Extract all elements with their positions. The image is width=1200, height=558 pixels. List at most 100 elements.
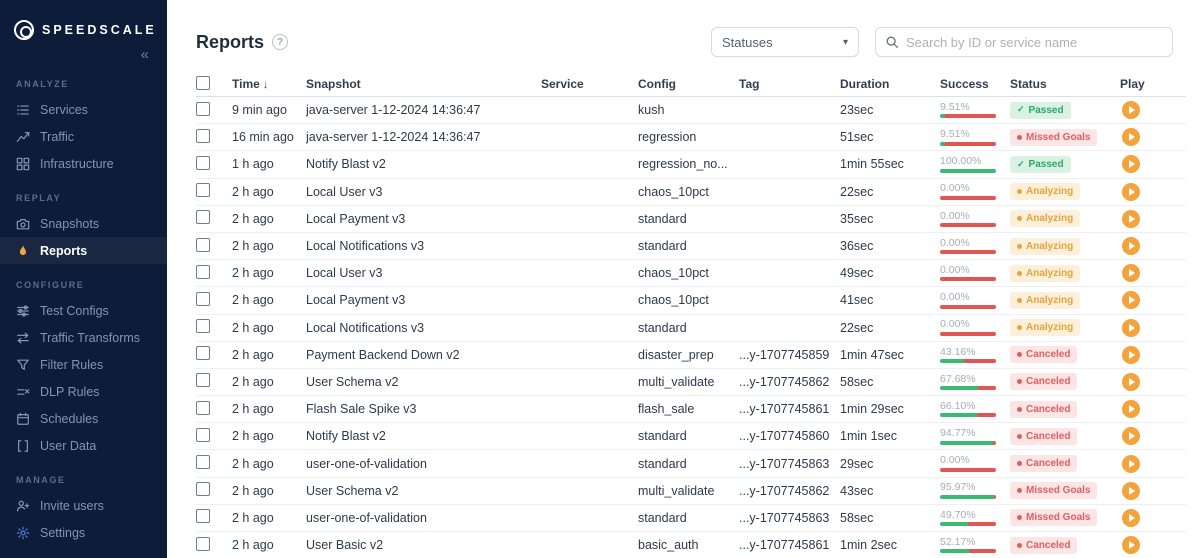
play-icon xyxy=(1129,513,1135,522)
sidebar-item-settings[interactable]: Settings xyxy=(0,519,167,546)
table-row[interactable]: 2 h ago Local User v3 chaos_10pct 22sec … xyxy=(196,179,1186,206)
snapshot-cell: java-server 1-12-2024 14:36:47 xyxy=(306,130,481,145)
table-row[interactable]: 2 h ago user-one-of-validation standard … xyxy=(196,450,1186,478)
row-checkbox[interactable] xyxy=(196,101,210,116)
row-checkbox[interactable] xyxy=(196,427,210,442)
play-button[interactable] xyxy=(1122,128,1140,147)
column-header-tag[interactable]: Tag xyxy=(739,77,840,91)
table-row[interactable]: 2 h ago Local Notifications v3 standard … xyxy=(196,315,1186,342)
config-cell: standard xyxy=(638,320,687,335)
row-checkbox[interactable] xyxy=(196,155,210,170)
sidebar-collapse-button[interactable]: « xyxy=(0,40,167,63)
column-header-duration[interactable]: Duration xyxy=(840,77,940,91)
column-header-snapshot[interactable]: Snapshot xyxy=(306,77,541,91)
sidebar-item-snapshots[interactable]: Snapshots xyxy=(0,210,167,237)
play-button[interactable] xyxy=(1122,155,1140,174)
play-button[interactable] xyxy=(1122,101,1140,120)
table-row[interactable]: 2 h ago Local User v3 chaos_10pct 49sec … xyxy=(196,260,1186,288)
play-cell xyxy=(1120,400,1186,419)
play-button[interactable] xyxy=(1122,427,1140,446)
status-icon xyxy=(1017,189,1022,195)
table-row[interactable]: 2 h ago Local Payment v3 standard 35sec … xyxy=(196,206,1186,233)
table-row[interactable]: 2 h ago user-one-of-validation standard … xyxy=(196,505,1186,532)
play-button[interactable] xyxy=(1122,481,1140,500)
table-row[interactable]: 2 h ago Local Notifications v3 standard … xyxy=(196,233,1186,261)
play-button[interactable] xyxy=(1122,182,1140,201)
play-cell xyxy=(1120,155,1186,174)
table-row[interactable]: 2 h ago User Basic v2 basic_auth ...y-17… xyxy=(196,532,1186,558)
play-button[interactable] xyxy=(1122,372,1140,391)
column-header-success[interactable]: Success xyxy=(940,77,1010,91)
sort-desc-icon: ↓ xyxy=(262,79,269,91)
status-label: Missed Goals xyxy=(1026,131,1091,143)
table-row[interactable]: 1 h ago Notify Blast v2 regression_no...… xyxy=(196,151,1186,179)
status-label: Passed xyxy=(1028,104,1064,116)
table-row[interactable]: 2 h ago Notify Blast v2 standard ...y-17… xyxy=(196,423,1186,451)
row-checkbox[interactable] xyxy=(196,482,210,497)
play-icon xyxy=(1129,187,1135,196)
row-checkbox[interactable] xyxy=(196,264,210,279)
help-icon[interactable]: ? xyxy=(272,34,289,50)
table-row[interactable]: 16 min ago java-server 1-12-2024 14:36:4… xyxy=(196,124,1186,152)
sidebar-item-services[interactable]: Services xyxy=(0,96,167,123)
success-percent: 66.10% xyxy=(940,400,976,412)
duration-cell: 51sec xyxy=(840,130,874,145)
play-button[interactable] xyxy=(1122,454,1140,473)
column-header-service[interactable]: Service xyxy=(541,77,638,91)
column-header-status[interactable]: Status xyxy=(1010,77,1120,91)
row-checkbox[interactable] xyxy=(196,400,210,415)
sidebar-item-test-configs[interactable]: Test Configs xyxy=(0,297,167,324)
sidebar-item-dlp-rules[interactable]: DLP Rules xyxy=(0,378,167,405)
search-input[interactable] xyxy=(906,34,1163,50)
sidebar-item-reports[interactable]: Reports xyxy=(0,237,167,264)
row-checkbox[interactable] xyxy=(196,237,210,252)
row-checkbox[interactable] xyxy=(196,319,210,334)
play-button[interactable] xyxy=(1122,400,1140,419)
play-button[interactable] xyxy=(1122,264,1140,283)
select-all-checkbox[interactable] xyxy=(196,75,210,90)
sidebar-item-user-data[interactable]: User Data xyxy=(0,432,167,459)
row-checkbox[interactable] xyxy=(196,128,210,143)
sidebar-item-infrastructure[interactable]: Infrastructure xyxy=(0,150,167,177)
play-button[interactable] xyxy=(1122,318,1140,337)
sidebar-item-invite-users[interactable]: Invite users xyxy=(0,492,167,519)
status-icon xyxy=(1017,433,1022,439)
success-cell: 0.00% xyxy=(940,455,1010,472)
statuses-dropdown[interactable]: Statuses ▾ xyxy=(711,27,859,57)
row-checkbox[interactable] xyxy=(196,346,210,361)
play-button[interactable] xyxy=(1122,237,1140,256)
status-icon xyxy=(1017,352,1022,358)
sidebar-item-traffic[interactable]: Traffic xyxy=(0,123,167,150)
row-checkbox[interactable] xyxy=(196,455,210,470)
status-badge: Missed Goals xyxy=(1010,128,1098,146)
row-checkbox[interactable] xyxy=(196,373,210,388)
time-cell: 2 h ago xyxy=(232,320,274,335)
row-checkbox[interactable] xyxy=(196,291,210,306)
table-row[interactable]: 9 min ago java-server 1-12-2024 14:36:47… xyxy=(196,97,1186,125)
status-label: Passed xyxy=(1028,159,1064,171)
play-button[interactable] xyxy=(1122,291,1140,310)
row-checkbox[interactable] xyxy=(196,509,210,524)
column-header-time[interactable]: Time ↓ xyxy=(232,77,306,91)
play-button[interactable] xyxy=(1122,209,1140,228)
play-button[interactable] xyxy=(1122,536,1140,555)
play-button[interactable] xyxy=(1122,345,1140,364)
row-checkbox[interactable] xyxy=(196,183,210,198)
success-bar-green xyxy=(940,549,970,554)
sidebar-item-traffic-transforms[interactable]: Traffic Transforms xyxy=(0,324,167,351)
snapshot-cell: user-one-of-validation xyxy=(306,510,427,525)
row-checkbox[interactable] xyxy=(196,210,210,225)
table-row[interactable]: 2 h ago Flash Sale Spike v3 flash_sale .… xyxy=(196,396,1186,424)
table-row[interactable]: 2 h ago User Schema v2 multi_validate ..… xyxy=(196,369,1186,397)
duration-cell: 1min 55sec xyxy=(840,157,904,172)
sidebar-item-filter-rules[interactable]: Filter Rules xyxy=(0,351,167,378)
success-bar xyxy=(940,141,996,146)
row-checkbox[interactable] xyxy=(196,536,210,551)
table-row[interactable]: 2 h ago Payment Backend Down v2 disaster… xyxy=(196,342,1186,369)
sidebar-item-schedules[interactable]: Schedules xyxy=(0,405,167,432)
table-row[interactable]: 2 h ago Local Payment v3 chaos_10pct 41s… xyxy=(196,287,1186,315)
column-header-config[interactable]: Config xyxy=(638,77,739,91)
success-percent: 95.97% xyxy=(940,482,976,494)
table-row[interactable]: 2 h ago User Schema v2 multi_validate ..… xyxy=(196,478,1186,505)
play-button[interactable] xyxy=(1122,508,1140,527)
